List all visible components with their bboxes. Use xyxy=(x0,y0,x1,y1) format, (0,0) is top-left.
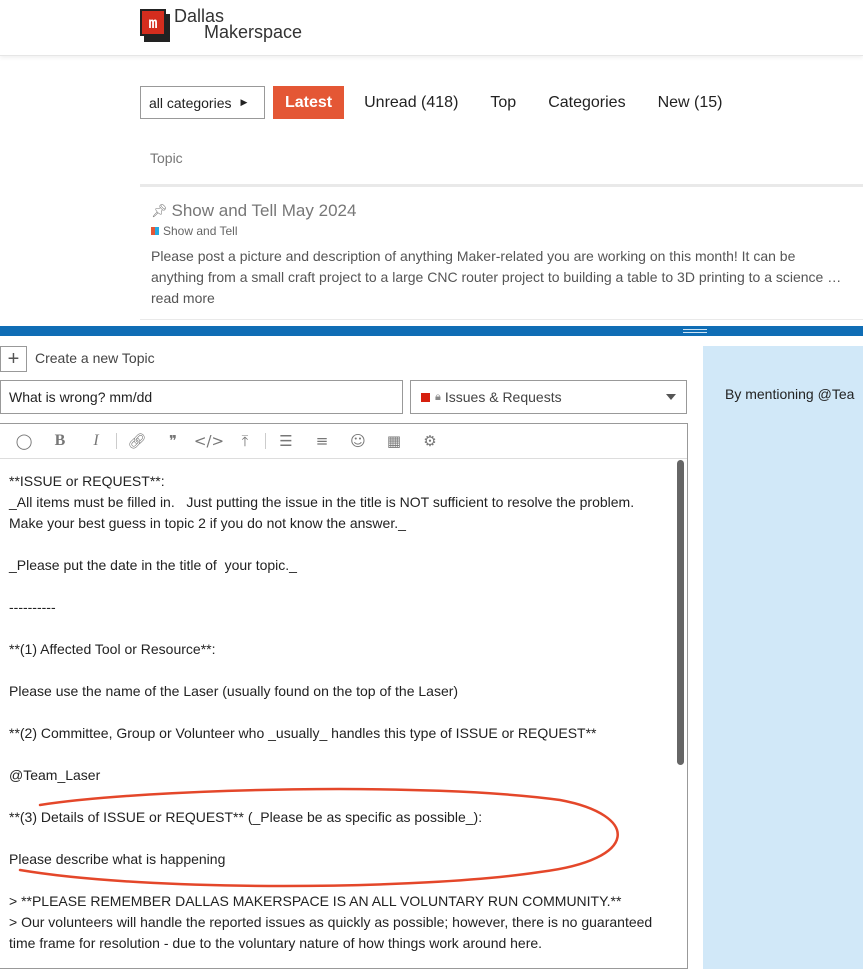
tab-new[interactable]: New (15) xyxy=(658,86,723,119)
tab-categories[interactable]: Categories xyxy=(548,86,625,119)
category-badge-icon xyxy=(151,227,159,235)
editor-line: **ISSUE or REQUEST**: xyxy=(9,473,165,489)
numbered-list-icon[interactable]: ≡ xyxy=(304,432,340,450)
tab-latest[interactable]: Latest xyxy=(273,86,345,119)
category-color-swatch xyxy=(421,392,430,402)
category-dropdown-label: all categories xyxy=(149,94,232,111)
logo-mark-icon: m xyxy=(140,8,172,44)
editor-toolbar: ◯ B I 🔗︎ ❞ </> ⤒ ☰ ≡ ☺ ▦ ⚙ xyxy=(0,424,687,459)
gear-icon[interactable]: ⚙ xyxy=(412,432,448,450)
editor-line: **(3) Details of ISSUE or REQUEST** (_Pl… xyxy=(9,809,483,825)
topic-excerpt: Please post a picture and description of… xyxy=(151,248,842,306)
editor-line: Please describe what is happening xyxy=(9,851,226,867)
site-header: m Dallas Makerspace xyxy=(0,0,863,56)
emoji-icon[interactable]: ☺ xyxy=(340,432,376,450)
chevron-down-icon xyxy=(666,394,676,400)
editor-line: Please use the name of the Laser (usuall… xyxy=(9,683,459,699)
topic-title-input[interactable] xyxy=(0,380,403,414)
editor-textarea[interactable]: **ISSUE or REQUEST**: _All items must be … xyxy=(0,460,675,969)
editor-line: @Team_Laser xyxy=(9,767,101,783)
quote-bubble-icon[interactable]: ◯ xyxy=(6,432,42,450)
upload-icon[interactable]: ⤒ xyxy=(227,432,263,450)
tab-unread[interactable]: Unread (418) xyxy=(364,86,458,119)
plus-icon[interactable]: + xyxy=(0,346,27,372)
preview-text: By mentioning @Tea xyxy=(725,386,855,402)
logo-line-2: Makerspace xyxy=(204,22,303,42)
link-icon[interactable]: 🔗︎ xyxy=(119,432,155,450)
composer-preview: By mentioning @Tea xyxy=(703,346,863,969)
toolbar-divider xyxy=(265,433,266,449)
topic-category[interactable]: Show and Tell xyxy=(151,224,238,238)
composer-resize-bar[interactable] xyxy=(0,326,863,336)
topic-nav: all categories ▶ Latest Unread (418) Top… xyxy=(140,86,722,119)
editor-line: > **PLEASE REMEMBER DALLAS MAKERSPACE IS… xyxy=(9,893,622,909)
grip-icon[interactable] xyxy=(683,329,707,333)
topic-column-header: Topic xyxy=(150,150,183,166)
pin-icon: 📌︎ xyxy=(151,203,168,218)
blockquote-icon[interactable]: ❞ xyxy=(155,432,191,450)
editor: ◯ B I 🔗︎ ❞ </> ⤒ ☰ ≡ ☺ ▦ ⚙ **ISSUE or RE… xyxy=(0,423,688,969)
lock-icon: 🔒︎ xyxy=(435,390,441,403)
editor-line: _All items must be filled in. Just putti… xyxy=(9,494,642,531)
topic-category-label: Show and Tell xyxy=(163,224,238,238)
bold-icon[interactable]: B xyxy=(42,432,78,450)
topic-divider xyxy=(140,184,863,187)
topic-divider-bottom xyxy=(140,319,863,320)
editor-line: > Our volunteers will handle the reporte… xyxy=(9,914,657,951)
editor-line: _Please put the date in the title of you… xyxy=(9,557,297,573)
category-dropdown[interactable]: all categories ▶ xyxy=(140,86,265,119)
site-logo[interactable]: m Dallas Makerspace xyxy=(140,7,303,44)
bullet-list-icon[interactable]: ☰ xyxy=(268,432,304,450)
composer-action-label[interactable]: Create a new Topic xyxy=(35,350,155,366)
topic-title[interactable]: Show and Tell May 2024 xyxy=(172,201,357,221)
tab-top[interactable]: Top xyxy=(490,86,516,119)
topic-title-row[interactable]: 📌︎ Show and Tell May 2024 xyxy=(151,201,356,221)
italic-icon[interactable]: I xyxy=(78,432,114,450)
editor-line: ---------- xyxy=(9,599,56,615)
editor-scrollbar[interactable] xyxy=(677,460,684,765)
editor-line: **(2) Committee, Group or Volunteer who … xyxy=(9,725,597,741)
code-icon[interactable]: </> xyxy=(191,432,227,450)
category-select-label: Issues & Requests xyxy=(444,389,562,405)
caret-right-icon: ▶ xyxy=(240,97,248,107)
logo-text: Dallas Makerspace xyxy=(174,7,303,42)
editor-line: **(1) Affected Tool or Resource**: xyxy=(9,641,216,657)
calendar-icon[interactable]: ▦ xyxy=(376,432,412,450)
toolbar-divider xyxy=(116,433,117,449)
category-select[interactable]: 🔒︎ Issues & Requests xyxy=(410,380,687,414)
